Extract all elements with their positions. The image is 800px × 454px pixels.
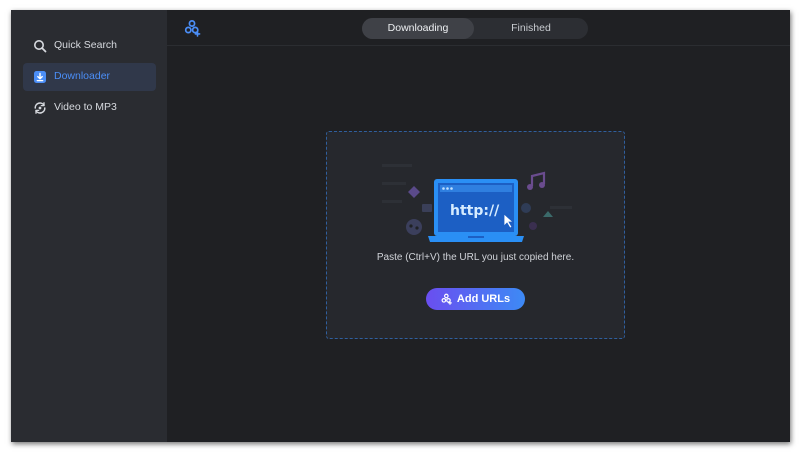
download-status-tabs: Downloading Finished — [362, 18, 588, 39]
add-link-icon — [441, 293, 452, 305]
tab-downloading[interactable]: Downloading — [362, 18, 474, 39]
laptop-url-illustration: http:// — [382, 164, 572, 242]
diamond-icon — [408, 186, 420, 198]
film-icon — [422, 204, 432, 212]
download-icon — [34, 71, 46, 83]
sidebar: Quick Search Downloader Video to MP3 — [11, 10, 167, 442]
app-window: Quick Search Downloader Video to MP3 Dow… — [11, 10, 790, 442]
decor-line — [382, 182, 406, 185]
sidebar-item-label: Video to MP3 — [54, 101, 117, 113]
add-urls-button[interactable]: Add URLs — [426, 288, 525, 310]
decor-line — [382, 164, 412, 167]
add-urls-label: Add URLs — [456, 293, 511, 305]
sidebar-item-downloader[interactable]: Downloader — [23, 63, 156, 91]
sidebar-item-label: Quick Search — [54, 39, 118, 51]
decor-circle — [521, 203, 531, 213]
sidebar-item-video-to-mp3[interactable]: Video to MP3 — [23, 94, 156, 122]
main-header: Downloading Finished — [167, 10, 790, 46]
url-drop-zone[interactable]: http:// Paste (Ctrl+V) the URL you just … — [326, 131, 625, 339]
decor-triangle — [543, 211, 553, 217]
paste-hint: Paste (Ctrl+V) the URL you just copied h… — [376, 252, 575, 263]
decor-line — [550, 206, 572, 209]
add-link-icon[interactable] — [184, 19, 202, 37]
sidebar-item-label: Downloader — [54, 70, 111, 82]
sidebar-item-quick-search[interactable]: Quick Search — [23, 32, 156, 60]
decor-line — [382, 200, 402, 203]
gamepad-icon — [406, 219, 422, 235]
search-icon — [34, 40, 47, 53]
decor-circle — [529, 222, 537, 230]
tab-finished[interactable]: Finished — [474, 18, 588, 39]
url-text: http:// — [450, 203, 500, 219]
convert-icon — [34, 102, 46, 114]
